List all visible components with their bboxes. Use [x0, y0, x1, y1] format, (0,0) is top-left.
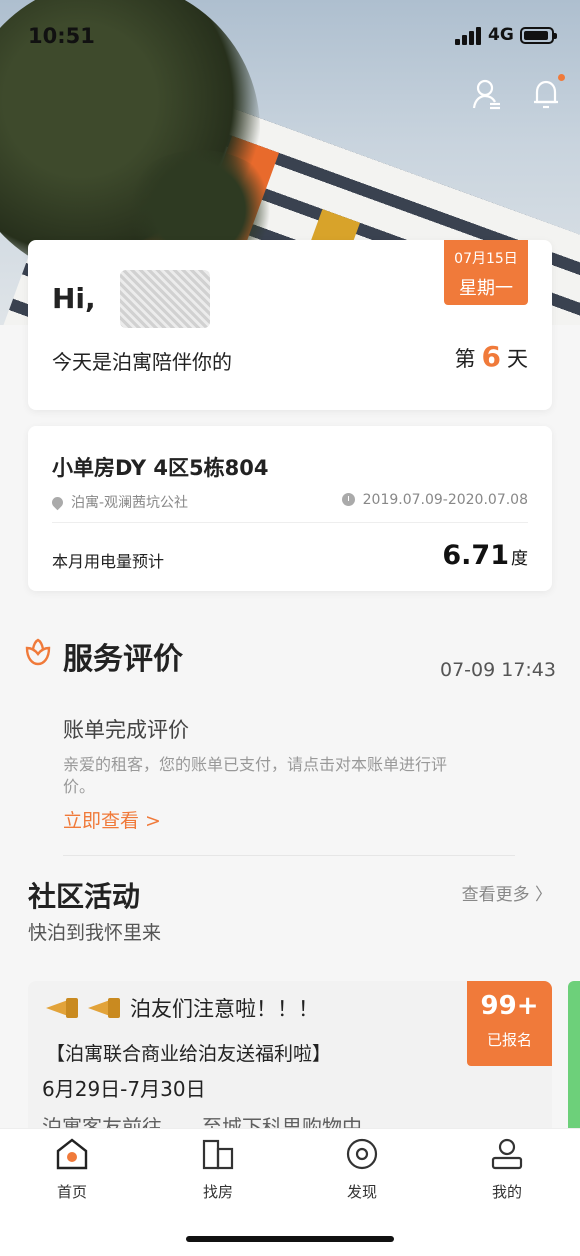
greeting-card: Hi, 07月15日 星期一 今天是泊寓陪伴你的 第6天	[28, 240, 552, 410]
activity-headline: 泊友们注意啦！！！	[46, 993, 319, 1023]
signup-count-badge: 99+ 已报名	[467, 981, 552, 1066]
network-type: 4G	[488, 25, 514, 45]
battery-icon	[520, 27, 557, 44]
day-prefix: 第	[454, 347, 476, 371]
day-suffix: 天	[507, 347, 528, 371]
electricity-label: 本月用电量预计	[52, 552, 165, 571]
user-switch-icon[interactable]	[472, 78, 502, 110]
day-count: 第6天	[455, 340, 528, 373]
megaphone-icon	[88, 996, 122, 1020]
megaphone-icon	[46, 996, 80, 1020]
weekday-text: 星期一	[459, 278, 513, 299]
room-address: 泊寓-观澜茜坑公社	[49, 492, 188, 512]
activity-dates: 6月29日-7月30日	[42, 1077, 206, 1101]
home-indicator	[186, 1236, 394, 1242]
greeting-hi: Hi,	[52, 282, 96, 315]
notification-dot	[558, 74, 565, 81]
activity-subhead: 【泊寓联合商业给泊友送福利啦】	[46, 1043, 332, 1065]
profile-icon	[491, 1138, 523, 1170]
bill-review-title: 账单完成评价	[63, 718, 189, 742]
community-subtitle: 快泊到我怀里来	[28, 922, 162, 944]
discover-icon	[346, 1138, 378, 1170]
location-icon	[49, 494, 66, 511]
bill-review-description: 亲爱的租客，您的账单已支付，请点击对本账单进行评价。	[63, 755, 448, 796]
signup-count: 99+	[480, 991, 539, 1021]
day-number: 6	[481, 340, 501, 373]
service-time: 07-09 17:43	[439, 659, 556, 681]
blurred-username	[120, 270, 210, 328]
see-more-link[interactable]: 查看更多 〉	[462, 880, 552, 905]
lease-period: 2019.07.09-2020.07.08	[341, 492, 528, 508]
electricity-value: 6.71 度	[442, 540, 528, 571]
companion-text: 今天是泊寓陪伴你的	[52, 350, 232, 374]
signup-label: 已报名	[486, 1031, 532, 1049]
status-time: 10:51	[28, 24, 95, 48]
nav-home[interactable]: 首页	[32, 1137, 112, 1202]
room-title: 小单房DY 4区5栋804	[52, 456, 269, 480]
community-title: 社区活动	[28, 880, 141, 913]
nav-discover[interactable]: 发现	[322, 1137, 402, 1202]
date-text: 07月15日	[454, 251, 518, 267]
section-divider	[63, 855, 515, 856]
nav-profile[interactable]: 我的	[467, 1137, 547, 1202]
bell-icon[interactable]	[532, 78, 562, 110]
divider	[52, 522, 528, 523]
date-badge: 07月15日 星期一	[444, 240, 528, 305]
status-bar: 10:51 4G	[0, 0, 580, 70]
home-icon	[56, 1138, 88, 1170]
next-activity-card[interactable]	[568, 981, 580, 1141]
room-card[interactable]: 小单房DY 4区5栋804 泊寓-观澜茜坑公社 2019.07.09-2020.…	[28, 426, 552, 591]
signal-icon	[455, 27, 483, 45]
service-title: 服务评价	[63, 642, 183, 677]
building-icon	[202, 1139, 234, 1170]
view-now-link[interactable]: 立即查看 >	[63, 806, 161, 833]
flower-icon	[25, 638, 51, 666]
clock-icon	[341, 493, 355, 506]
nav-find-room[interactable]: 找房	[178, 1137, 258, 1202]
